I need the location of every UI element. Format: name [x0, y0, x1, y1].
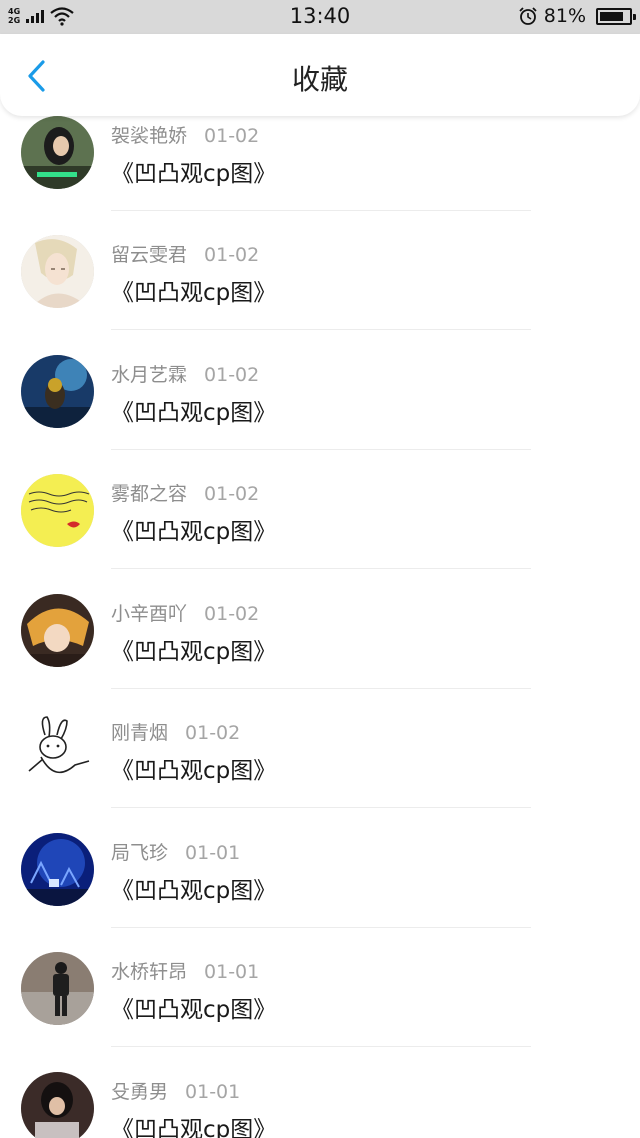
item-title[interactable]: 《凹凸观cp图》: [111, 393, 276, 427]
author-name: 刚青烟: [111, 722, 169, 744]
list-item[interactable]: 留云雯君 01-02 《凹凸观cp图》: [0, 211, 640, 331]
alarm-icon: [519, 7, 537, 25]
item-meta: 雾都之容 01-02: [111, 479, 259, 506]
author-name: 殳勇男: [111, 1080, 169, 1103]
list-item[interactable]: 殳勇男 01-01 《凹凸观cp图》: [0, 1048, 640, 1138]
item-meta: 刚青烟 01-02: [111, 718, 240, 745]
item-title[interactable]: 《凹凸观cp图》: [111, 871, 276, 905]
post-date: 01-01: [185, 1080, 241, 1103]
list-item[interactable]: 水月艺霖 01-02 《凹凸观cp图》: [0, 331, 640, 451]
item-title[interactable]: 《凹凸观cp图》: [111, 632, 276, 666]
item-meta: 留云雯君 01-02: [111, 240, 259, 267]
author-name: 水桥轩昂: [111, 961, 188, 983]
post-date: 01-02: [204, 483, 260, 505]
avatar: [21, 713, 94, 786]
author-name: 小辛酉吖: [111, 602, 188, 625]
item-title[interactable]: 《凹凸观cp图》: [111, 273, 276, 307]
item-meta: 殳勇男 01-01: [111, 1077, 240, 1104]
avatar: [21, 116, 94, 189]
avatar: [21, 593, 94, 667]
item-title[interactable]: 《凹凸观cp图》: [111, 1110, 276, 1138]
post-date: 01-01: [185, 841, 241, 864]
status-bar: 4G 2G 13:40 81%: [0, 0, 640, 34]
item-meta: 小辛酉吖 01-02: [111, 599, 259, 626]
favorites-screen: 4G 2G 13:40 81% 收藏 袈裟艳娇 01-02 《凹凸观cp图》 留…: [0, 0, 640, 1138]
battery-icon: [596, 7, 636, 25]
avatar: [21, 832, 94, 906]
post-date: 01-02: [204, 602, 260, 625]
item-meta: 水桥轩昂 01-01: [111, 957, 259, 984]
author-name: 水月艺霖: [111, 363, 188, 386]
avatar: [21, 1071, 94, 1138]
item-title[interactable]: 《凹凸观cp图》: [111, 751, 276, 785]
avatar: [21, 235, 94, 308]
post-date: 01-02: [204, 244, 260, 266]
avatar: [21, 474, 94, 547]
list-item[interactable]: 小辛酉吖 01-02 《凹凸观cp图》: [0, 570, 640, 690]
author-name: 袈裟艳娇: [111, 125, 188, 147]
list-item[interactable]: 刚青烟 01-02 《凹凸观cp图》: [0, 689, 640, 809]
item-meta: 局飞珍 01-01: [111, 838, 240, 865]
avatar: [21, 952, 94, 1025]
list-item[interactable]: 水桥轩昂 01-01 《凹凸观cp图》: [0, 928, 640, 1048]
list-item[interactable]: 袈裟艳娇 01-02 《凹凸观cp图》: [0, 116, 640, 211]
item-meta: 袈裟艳娇 01-02: [111, 121, 259, 148]
author-name: 局飞珍: [111, 841, 169, 864]
item-title[interactable]: 《凹凸观cp图》: [111, 512, 276, 546]
page-title: 收藏: [291, 63, 348, 96]
author-name: 留云雯君: [111, 244, 188, 266]
battery-fill: [600, 11, 623, 21]
item-title[interactable]: 《凹凸观cp图》: [111, 154, 276, 188]
post-date: 01-02: [185, 722, 241, 744]
battery-percent: 81%: [543, 5, 586, 27]
list-item[interactable]: 雾都之容 01-02 《凹凸观cp图》: [0, 450, 640, 570]
list-item[interactable]: 局飞珍 01-01 《凹凸观cp图》: [0, 809, 640, 929]
post-date: 01-01: [204, 961, 260, 983]
favorites-list: 袈裟艳娇 01-02 《凹凸观cp图》 留云雯君 01-02 《凹凸观cp图》: [0, 116, 640, 1138]
avatar: [21, 354, 94, 428]
status-right: 81%: [518, 5, 636, 27]
item-meta: 水月艺霖 01-02: [111, 360, 259, 387]
item-title[interactable]: 《凹凸观cp图》: [111, 990, 276, 1024]
post-date: 01-02: [204, 125, 260, 147]
author-name: 雾都之容: [111, 483, 188, 505]
post-date: 01-02: [204, 363, 260, 386]
header-bar: 收藏: [0, 34, 640, 116]
